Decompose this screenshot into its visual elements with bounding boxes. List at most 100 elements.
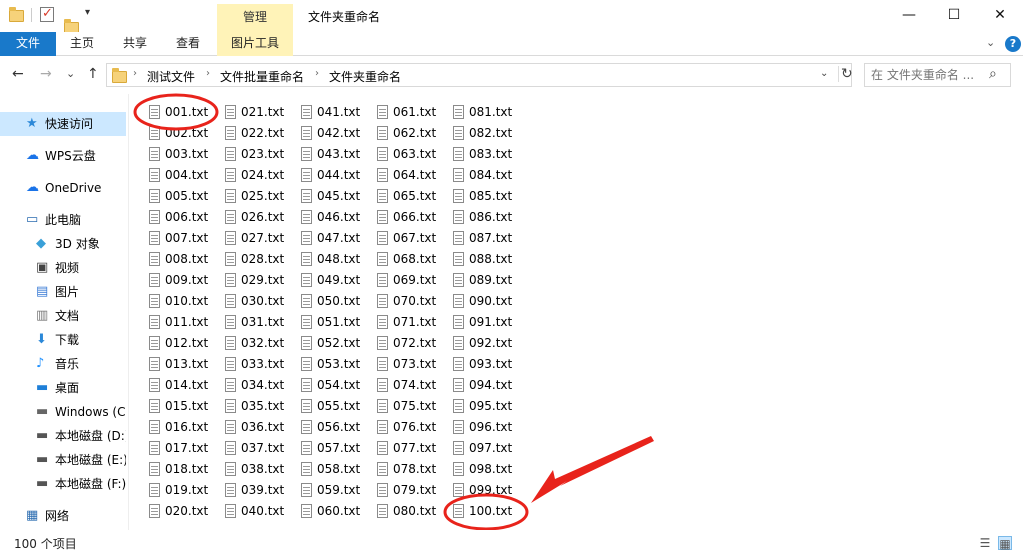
file-item[interactable]: 087.txt xyxy=(444,228,516,249)
file-item[interactable]: 056.txt xyxy=(292,417,364,438)
file-item[interactable]: 074.txt xyxy=(368,375,440,396)
file-item[interactable]: 007.txt xyxy=(140,228,212,249)
crumb-separator[interactable]: › xyxy=(206,68,210,79)
file-item[interactable]: 073.txt xyxy=(368,354,440,375)
recent-locations-icon[interactable]: ⌄ xyxy=(66,67,75,80)
file-item[interactable]: 034.txt xyxy=(216,375,288,396)
file-item[interactable]: 043.txt xyxy=(292,144,364,165)
file-item[interactable]: 006.txt xyxy=(140,207,212,228)
file-item[interactable]: 088.txt xyxy=(444,249,516,270)
up-button[interactable]: ↑ xyxy=(87,66,99,82)
file-item[interactable]: 063.txt xyxy=(368,144,440,165)
file-item[interactable]: 031.txt xyxy=(216,312,288,333)
file-item[interactable]: 013.txt xyxy=(140,354,212,375)
forward-button[interactable]: → xyxy=(40,66,52,82)
file-item[interactable]: 051.txt xyxy=(292,312,364,333)
file-item[interactable]: 076.txt xyxy=(368,417,440,438)
close-button[interactable]: ✕ xyxy=(977,0,1023,30)
back-button[interactable]: ← xyxy=(12,66,24,82)
sidebar-item[interactable]: ▬ 本地磁盘 (F:) xyxy=(0,472,126,496)
sidebar-item[interactable]: ▬ 本地磁盘 (E:) xyxy=(0,448,126,472)
file-item[interactable]: 016.txt xyxy=(140,417,212,438)
file-item[interactable]: 086.txt xyxy=(444,207,516,228)
file-item[interactable]: 009.txt xyxy=(140,270,212,291)
sidebar-item[interactable]: ▬ Windows (C: xyxy=(0,400,126,424)
file-item[interactable]: 008.txt xyxy=(140,249,212,270)
file-item[interactable]: 019.txt xyxy=(140,480,212,501)
file-item[interactable]: 048.txt xyxy=(292,249,364,270)
maximize-button[interactable]: ☐ xyxy=(931,0,977,30)
file-item[interactable]: 032.txt xyxy=(216,333,288,354)
crumb-separator[interactable]: › xyxy=(315,68,319,79)
quick-access-dropdown-icon[interactable]: ▾ xyxy=(85,7,90,18)
file-item[interactable]: 064.txt xyxy=(368,165,440,186)
file-item[interactable]: 027.txt xyxy=(216,228,288,249)
file-item[interactable]: 017.txt xyxy=(140,438,212,459)
minimize-button[interactable]: — xyxy=(886,0,932,30)
file-item[interactable]: 038.txt xyxy=(216,459,288,480)
file-item[interactable]: 062.txt xyxy=(368,123,440,144)
search-icon[interactable]: ⌕ xyxy=(989,66,997,82)
file-item[interactable]: 020.txt xyxy=(140,501,212,522)
file-item[interactable]: 010.txt xyxy=(140,291,212,312)
file-item[interactable]: 041.txt xyxy=(292,102,364,123)
file-item[interactable]: 001.txt xyxy=(140,102,212,123)
file-item[interactable]: 047.txt xyxy=(292,228,364,249)
crumb-batch-rename[interactable]: 文件批量重命名 xyxy=(220,68,304,85)
sidebar-item[interactable]: ☁ WPS云盘 xyxy=(0,144,126,168)
tab-share[interactable]: 共享 xyxy=(108,32,162,56)
file-item[interactable]: 026.txt xyxy=(216,207,288,228)
file-item[interactable]: 045.txt xyxy=(292,186,364,207)
file-item[interactable]: 042.txt xyxy=(292,123,364,144)
file-item[interactable]: 100.txt xyxy=(444,501,516,522)
sidebar-item[interactable]: ▤ 图片 xyxy=(0,280,126,304)
file-item[interactable]: 090.txt xyxy=(444,291,516,312)
sidebar-item[interactable]: ▭ 此电脑 xyxy=(0,208,126,232)
file-item[interactable]: 068.txt xyxy=(368,249,440,270)
file-item[interactable]: 077.txt xyxy=(368,438,440,459)
tab-home[interactable]: 主页 xyxy=(56,32,108,56)
file-item[interactable]: 012.txt xyxy=(140,333,212,354)
tab-picture-tools[interactable]: 图片工具 xyxy=(217,32,293,56)
sidebar-item[interactable]: ⬇ 下载 xyxy=(0,328,126,352)
file-item[interactable]: 066.txt xyxy=(368,207,440,228)
file-item[interactable]: 046.txt xyxy=(292,207,364,228)
file-item[interactable]: 099.txt xyxy=(444,480,516,501)
crumb-test-files[interactable]: 测试文件 xyxy=(147,68,195,85)
details-view-icon[interactable]: ☰ xyxy=(978,536,992,550)
file-item[interactable]: 039.txt xyxy=(216,480,288,501)
search-input[interactable] xyxy=(871,68,981,82)
file-item[interactable]: 030.txt xyxy=(216,291,288,312)
file-item[interactable]: 029.txt xyxy=(216,270,288,291)
file-item[interactable]: 040.txt xyxy=(216,501,288,522)
ribbon-expand-icon[interactable]: ⌄ xyxy=(986,36,995,49)
file-item[interactable]: 093.txt xyxy=(444,354,516,375)
file-item[interactable]: 037.txt xyxy=(216,438,288,459)
file-item[interactable]: 092.txt xyxy=(444,333,516,354)
file-item[interactable]: 065.txt xyxy=(368,186,440,207)
sidebar-item[interactable]: ♪ 音乐 xyxy=(0,352,126,376)
search-box[interactable]: ⌕ xyxy=(864,63,1011,87)
large-icons-view-icon[interactable]: ▦ xyxy=(998,536,1012,551)
file-item[interactable]: 054.txt xyxy=(292,375,364,396)
file-item[interactable]: 002.txt xyxy=(140,123,212,144)
properties-icon[interactable] xyxy=(40,6,54,22)
file-item[interactable]: 021.txt xyxy=(216,102,288,123)
sidebar-item[interactable]: ▬ 桌面 xyxy=(0,376,126,400)
refresh-icon[interactable]: ↻ xyxy=(838,66,853,82)
file-item[interactable]: 005.txt xyxy=(140,186,212,207)
file-item[interactable]: 071.txt xyxy=(368,312,440,333)
file-item[interactable]: 085.txt xyxy=(444,186,516,207)
crumb-separator[interactable]: › xyxy=(133,68,137,79)
file-item[interactable]: 052.txt xyxy=(292,333,364,354)
file-item[interactable]: 067.txt xyxy=(368,228,440,249)
file-item[interactable]: 081.txt xyxy=(444,102,516,123)
sidebar-item[interactable]: ★ 快速访问 xyxy=(0,112,126,136)
sidebar-item[interactable]: ◆ 3D 对象 xyxy=(0,232,126,256)
sidebar-item[interactable]: ▬ 本地磁盘 (D:) xyxy=(0,424,126,448)
file-item[interactable]: 095.txt xyxy=(444,396,516,417)
file-item[interactable]: 058.txt xyxy=(292,459,364,480)
file-item[interactable]: 057.txt xyxy=(292,438,364,459)
file-item[interactable]: 097.txt xyxy=(444,438,516,459)
file-item[interactable]: 050.txt xyxy=(292,291,364,312)
